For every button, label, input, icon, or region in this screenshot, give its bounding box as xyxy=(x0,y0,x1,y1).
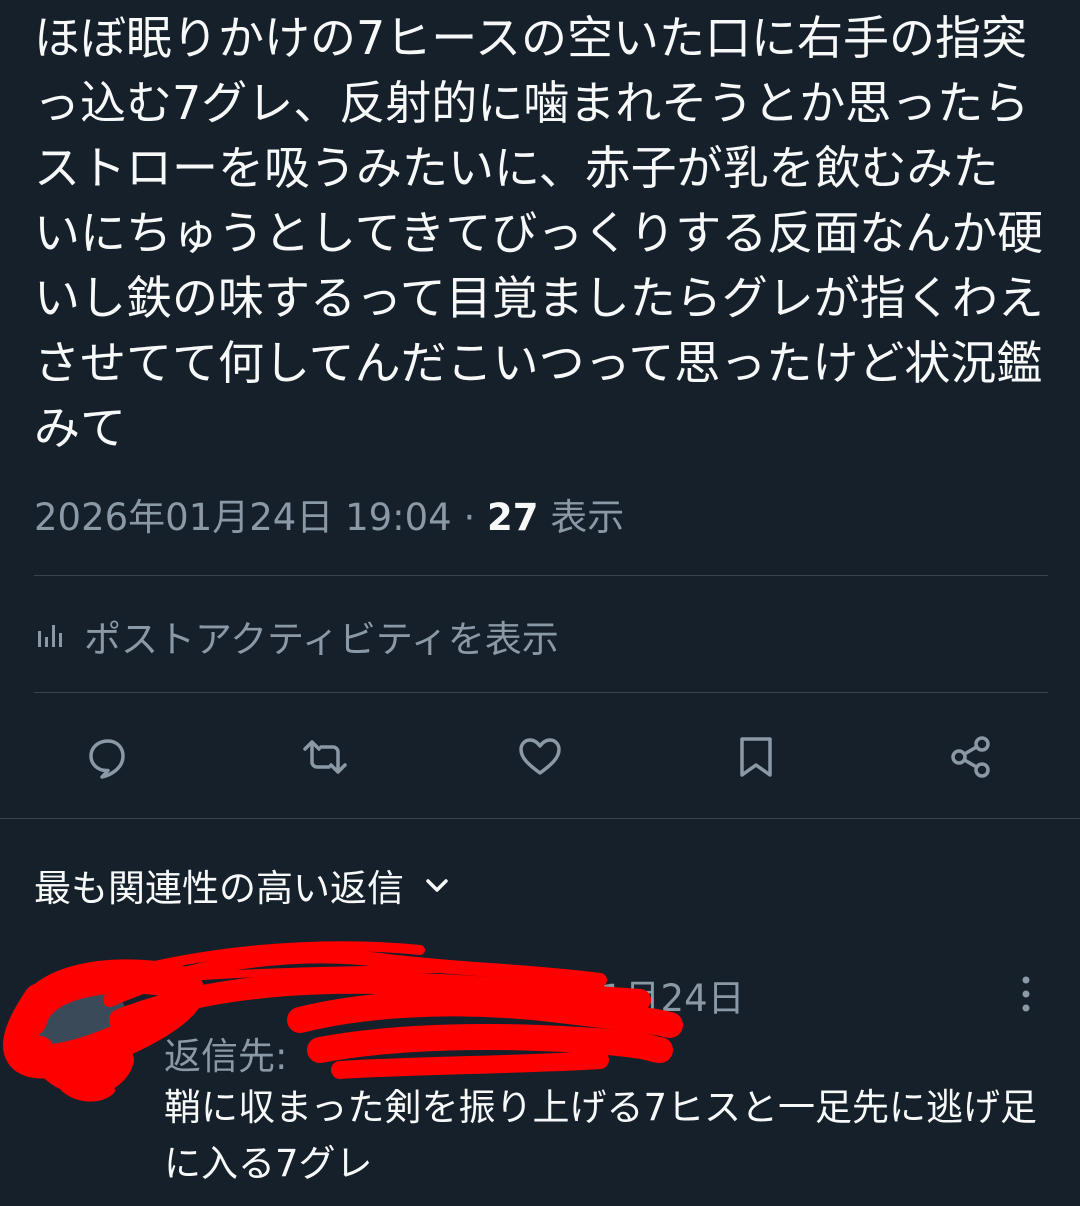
reply-sort-dropdown[interactable]: 最も関連性の高い返信 xyxy=(34,858,452,912)
reply-icon xyxy=(89,739,125,779)
divider xyxy=(34,692,1048,693)
reply-text: 鞘に収まった剣を振り上げる7ヒスと一足先に逃げ足に入る7グレ xyxy=(164,1086,1038,1185)
reply-to-label: 返信先: xyxy=(164,1035,288,1078)
views-label: 表示 xyxy=(550,496,625,539)
reply-sort-label: 最も関連性の高い返信 xyxy=(34,867,404,910)
meta-separator: · xyxy=(463,496,476,539)
bookmark-icon xyxy=(740,737,772,777)
tweet-meta: 2026年01月24日 19:04 · 27 表示 xyxy=(34,492,624,544)
tweet-text: ほぼ眠りかけの7ヒースの空いた口に右手の指突っ込む7グレ、反射的に噛まれそうとか… xyxy=(34,11,1044,455)
reply-item[interactable]: 1月24日 返信先: 鞘に収まった剣を振り上げる7ヒスと一足先に逃げ足に入る7グ… xyxy=(0,940,1080,1206)
share-icon xyxy=(951,736,990,778)
more-dots-icon xyxy=(1022,976,1030,1012)
divider xyxy=(34,575,1048,576)
retweet-button[interactable] xyxy=(298,730,352,784)
share-button[interactable] xyxy=(944,730,998,784)
views-count: 27 xyxy=(487,496,539,539)
like-button[interactable] xyxy=(513,730,567,784)
tweet-action-bar xyxy=(0,724,1080,790)
post-activity-link[interactable]: ポストアクティビティを表示 xyxy=(34,608,559,664)
avatar[interactable] xyxy=(34,980,130,1076)
retweet-icon xyxy=(303,740,347,774)
like-icon xyxy=(519,738,561,775)
chevron-down-icon xyxy=(422,870,452,900)
reply-button[interactable] xyxy=(81,730,135,784)
reply-date[interactable]: 1月24日 xyxy=(600,968,745,1022)
bookmark-button[interactable] xyxy=(729,730,783,784)
bar-chart-icon xyxy=(34,619,68,653)
more-options-button[interactable] xyxy=(1008,974,1044,1014)
post-activity-label: ポストアクティビティを表示 xyxy=(84,618,559,661)
tweet-timestamp[interactable]: 2026年01月24日 19:04 xyxy=(34,496,452,539)
section-divider xyxy=(0,818,1080,819)
